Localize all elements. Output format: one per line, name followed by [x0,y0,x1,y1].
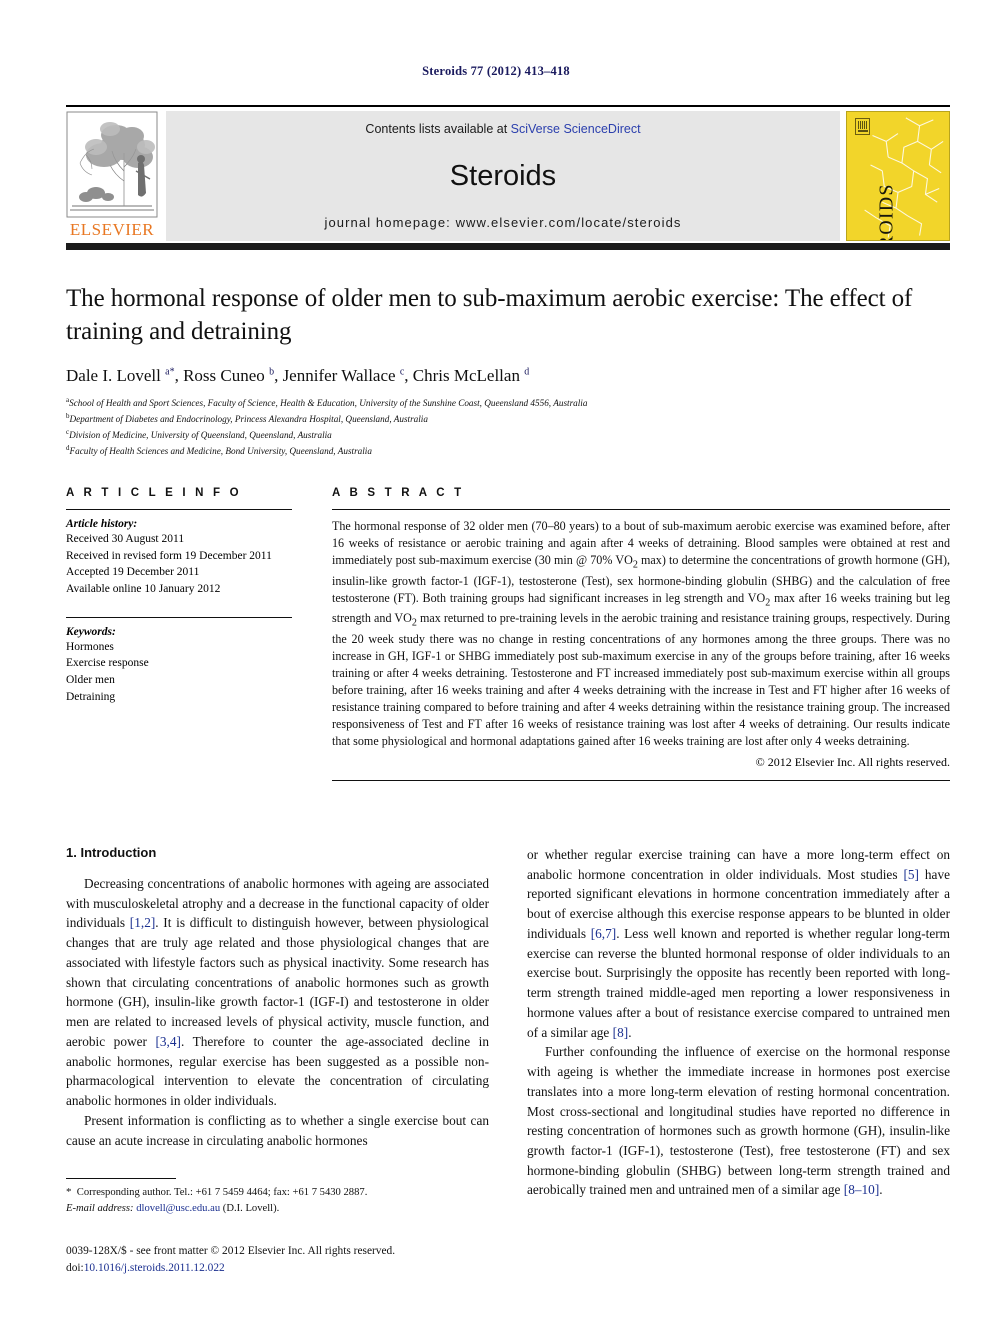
keywords-label: Keywords: [66,625,116,638]
affiliation-item: bDepartment of Diabetes and Endocrinolog… [66,411,950,427]
article-history-label: Article history: [66,518,138,530]
issn-doi-footer: 0039-128X/$ - see front matter © 2012 El… [66,1243,566,1276]
affiliation-item: dFaculty of Health Sciences and Medicine… [66,443,950,459]
body-column-right: or whether regular exercise training can… [527,845,950,1197]
abstract-text: The hormonal response of 32 older men (7… [332,519,951,748]
history-item: Accepted 19 December 2011 [66,566,200,579]
paper-page: Steroids 77 (2012) 413–418 ELSEVIER Cont… [0,0,992,1323]
elsevier-logo: ELSEVIER [66,111,158,241]
affiliation-text: School of Health and Sport Sciences, Fac… [69,398,588,409]
affiliation-text: Faculty of Health Sciences and Medicine,… [69,445,372,456]
keyword-item: Hormones [66,640,114,653]
journal-cover-thumbnail: STEROIDS [846,111,950,241]
banner-center-panel: Contents lists available at SciVerse Sci… [166,111,840,241]
keyword-item: Older men [66,674,115,687]
cover-publisher-mark [855,118,870,135]
affiliation-list: aSchool of Health and Sport Sciences, Fa… [66,395,950,459]
cover-journal-title: STEROIDS [875,183,898,241]
issn-line: 0039-128X/$ - see front matter © 2012 El… [66,1245,396,1257]
elsevier-wordmark: ELSEVIER [69,220,155,239]
keyword-item: Exercise response [66,657,149,670]
footnote-divider [66,1178,176,1179]
elsevier-tree-icon [66,111,158,218]
contents-available-line: Contents lists available at SciVerse Sci… [166,122,840,136]
body-column-left: 1. Introduction Decreasing concentration… [66,845,489,1195]
paragraph: Further confounding the influence of exe… [527,1044,950,1198]
affiliation-item: cDivision of Medicine, University of Que… [66,427,950,443]
doi-prefix: doi: [66,1261,84,1274]
affiliation-text: Department of Diabetes and Endocrinology… [69,414,428,425]
author-list: Dale I. Lovell a*, Ross Cuneo b, Jennife… [66,366,530,385]
section-heading-introduction: 1. Introduction [66,845,157,860]
info-abstract-section: A R T I C L E I N F O Article history: R… [66,487,950,781]
contents-prefix: Contents lists available at [365,122,511,136]
running-head: Steroids 77 (2012) 413–418 [422,64,570,78]
title-block: The hormonal response of older men to su… [66,283,950,459]
affiliation-text: Division of Medicine, University of Quee… [69,430,332,440]
divider [332,779,950,781]
abstract-column: A B S T R A C T The hormonal response of… [316,487,950,781]
keyword-item: Detraining [66,690,116,703]
affiliation-item: aSchool of Health and Sport Sciences, Fa… [66,395,950,411]
body-columns: 1. Introduction Decreasing concentration… [66,845,950,1197]
page-title: The hormonal response of older men to su… [66,285,913,345]
paragraph: Decreasing concentrations of anabolic ho… [66,876,489,1109]
email-note: E-mail address: dlovell@usc.edu.au (D.I.… [66,1202,280,1214]
journal-name: Steroids [449,160,557,192]
article-info-column: A R T I C L E I N F O Article history: R… [66,487,316,781]
history-item: Received 30 August 2011 [66,533,185,545]
divider [66,616,292,618]
footnote-area: * Corresponding author. Tel.: +61 7 5459… [66,1178,489,1217]
abstract-copyright: © 2012 Elsevier Inc. All rights reserved… [755,754,950,769]
paragraph: or whether regular exercise training can… [527,847,950,1040]
doi-line: doi:10.1016/j.steroids.2011.12.022 [66,1260,566,1277]
paragraph: Present information is conflicting as to… [66,1112,489,1148]
journal-banner: ELSEVIER Contents lists available at Sci… [66,105,950,250]
sciencedirect-link[interactable]: SciVerse ScienceDirect [511,122,641,136]
journal-homepage-link[interactable]: journal homepage: www.elsevier.com/locat… [166,215,840,230]
abstract-heading: A B S T R A C T [332,487,465,499]
history-item: Available online 10 January 2012 [66,583,221,596]
divider [332,509,950,510]
corresponding-author-note: * Corresponding author. Tel.: +61 7 5459… [66,1186,368,1198]
history-item: Received in revised form 19 December 201… [66,549,272,562]
article-info-heading: A R T I C L E I N F O [66,487,242,499]
doi-link[interactable]: 10.1016/j.steroids.2011.12.022 [84,1262,225,1274]
divider [66,509,292,510]
